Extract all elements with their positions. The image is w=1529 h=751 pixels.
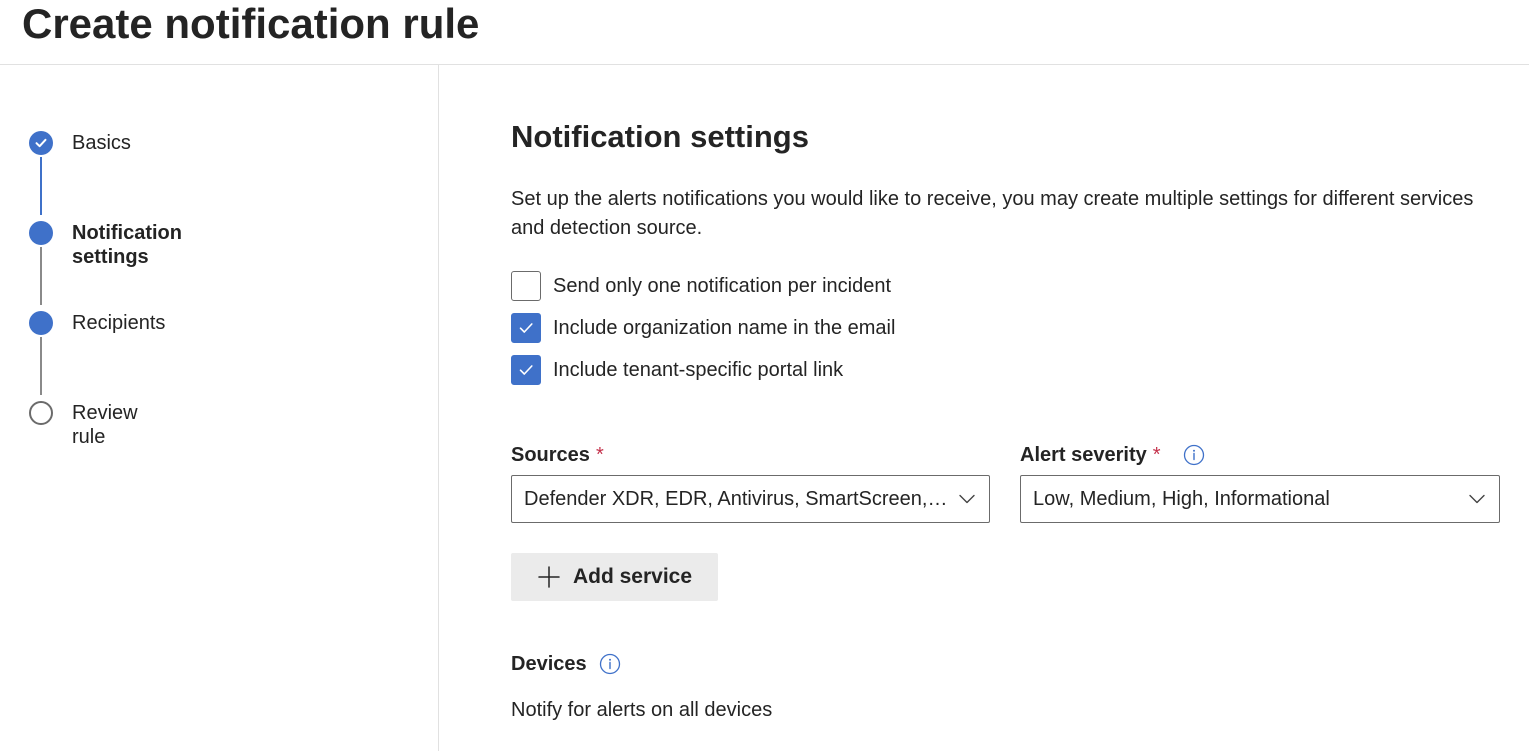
step-connector-3	[40, 337, 42, 395]
checkbox-label: Include organization name in the email	[553, 316, 896, 339]
checkbox-one-notification-per-incident[interactable]: Send only one notification per incident	[511, 271, 891, 301]
step-connector-1	[40, 157, 42, 215]
info-icon[interactable]	[599, 653, 621, 675]
devices-scope-text: Notify for alerts on all devices	[511, 699, 773, 721]
header-divider	[0, 64, 1529, 65]
required-marker: *	[1152, 444, 1161, 466]
chevron-down-icon	[959, 494, 975, 504]
alert-severity-label-text: Alert severity	[1020, 444, 1147, 466]
step-recipients[interactable]: Recipients	[72, 311, 165, 335]
panel-divider	[438, 65, 439, 751]
chevron-down-icon	[1469, 494, 1485, 504]
step-empty-circle-icon	[29, 401, 53, 425]
sources-label: Sources *	[511, 443, 604, 467]
step-basics[interactable]: Basics	[72, 131, 131, 155]
checkmark-icon[interactable]	[511, 313, 541, 343]
checkmark-icon[interactable]	[511, 355, 541, 385]
step-completed-check-icon	[29, 131, 53, 155]
sources-dropdown[interactable]: Defender XDR, EDR, Antivirus, SmartScree…	[511, 475, 990, 523]
checkbox-label: Send only one notification per incident	[553, 274, 892, 297]
step-indicator-icon	[29, 311, 53, 335]
section-description: Set up the alerts notifications you woul…	[511, 188, 1474, 239]
checkbox-include-portal-link[interactable]: Include tenant-specific portal link	[511, 355, 843, 385]
add-service-label: Add service	[572, 565, 693, 588]
plus-icon	[538, 566, 560, 588]
devices-label-text: Devices	[511, 653, 587, 675]
alert-severity-dropdown-value: Low, Medium, High, Informational	[1033, 487, 1330, 510]
checkbox-label: Include tenant-specific portal link	[553, 358, 844, 381]
checkbox-unchecked-icon[interactable]	[511, 271, 541, 301]
step-current-indicator-icon	[29, 221, 53, 245]
info-icon[interactable]	[1183, 444, 1205, 466]
alert-severity-label: Alert severity *	[1020, 443, 1205, 467]
sources-dropdown-value: Defender XDR, EDR, Antivirus, SmartScree…	[524, 487, 949, 510]
step-notification-settings[interactable]: Notification settings	[72, 221, 182, 269]
step-review-rule[interactable]: Review rule	[72, 401, 138, 449]
required-marker: *	[595, 444, 604, 466]
sources-label-text: Sources	[511, 444, 590, 466]
page-title: Create notification rule	[22, 0, 480, 47]
step-connector-2	[40, 247, 42, 305]
section-title: Notification settings	[511, 119, 809, 154]
alert-severity-dropdown[interactable]: Low, Medium, High, Informational	[1020, 475, 1500, 523]
add-service-button[interactable]: Add service	[511, 553, 718, 601]
checkbox-include-organization-name[interactable]: Include organization name in the email	[511, 313, 895, 343]
devices-label: Devices	[511, 652, 621, 676]
